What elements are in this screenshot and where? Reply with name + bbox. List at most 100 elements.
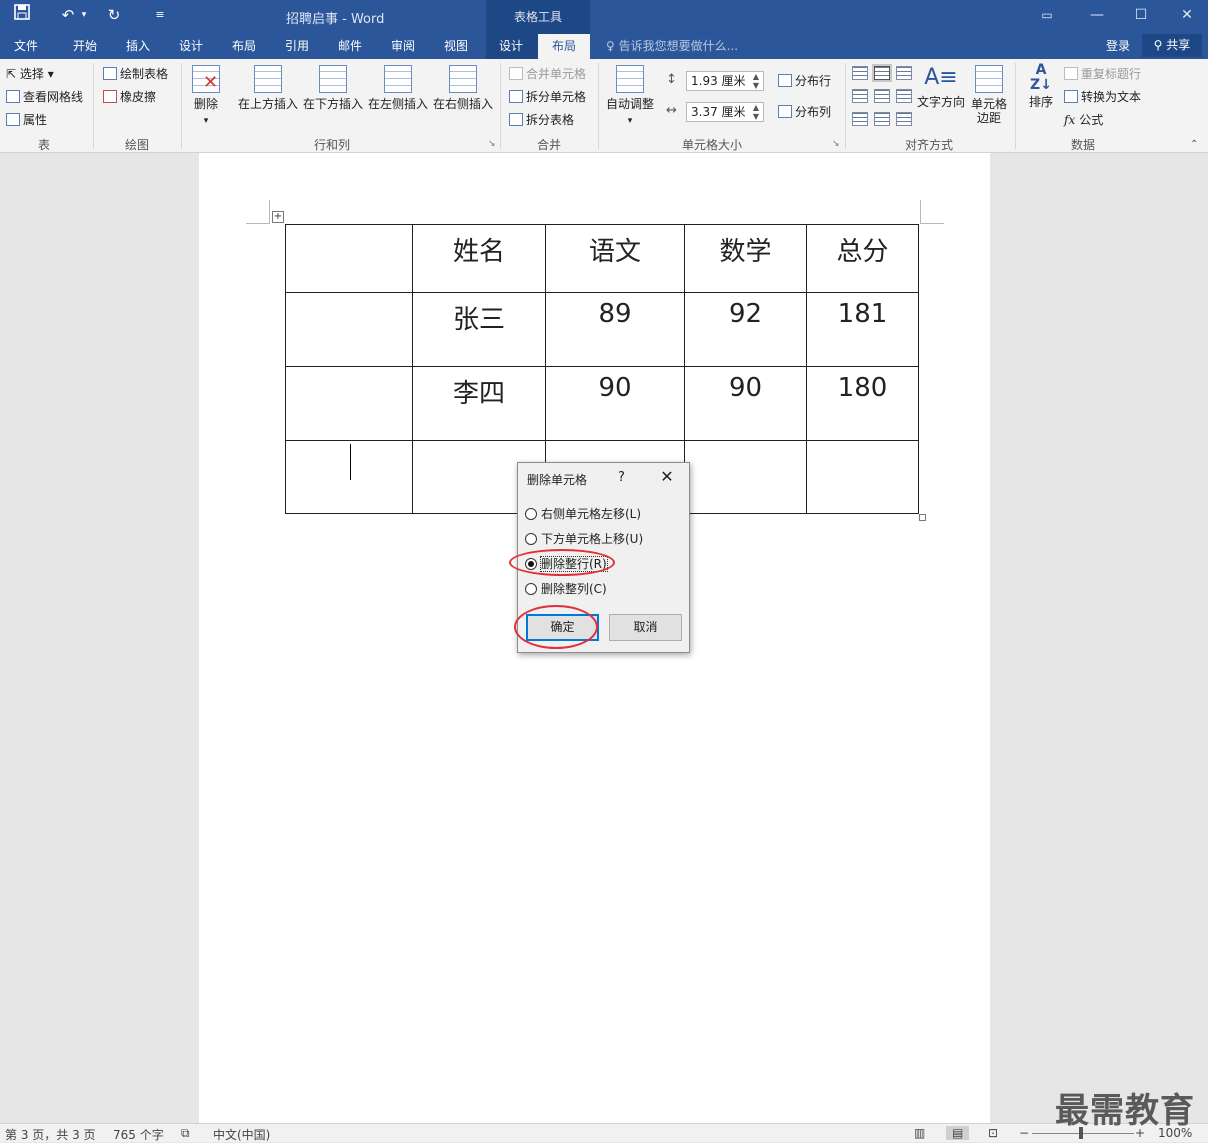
merge-cells-button[interactable]: 合并单元格 — [509, 65, 586, 85]
tab-layout[interactable]: 布局 — [232, 37, 256, 54]
properties-button[interactable]: 属性 — [6, 111, 47, 131]
view-gridlines-button[interactable]: 查看网格线 — [6, 88, 83, 108]
insert-right-button[interactable]: 在右侧插入 — [432, 65, 494, 112]
radio-button[interactable] — [525, 583, 537, 595]
table-cell[interactable]: 89 — [545, 292, 685, 367]
table-cell[interactable]: 92 — [684, 292, 807, 367]
tab-view[interactable]: 视图 — [444, 37, 468, 54]
tab-mailings[interactable]: 邮件 — [338, 37, 362, 54]
delete-button[interactable]: ✕ 删除 ▾ — [189, 65, 223, 126]
zoom-out-icon[interactable]: − — [1019, 1126, 1029, 1140]
save-icon[interactable] — [10, 4, 34, 26]
table-cell[interactable] — [285, 366, 413, 441]
distribute-cols-button[interactable]: 分布列 — [778, 103, 831, 123]
customize-quick-access-icon[interactable]: ≡ — [148, 4, 172, 26]
table-cell[interactable]: 181 — [806, 292, 919, 367]
share-button[interactable]: ⚲ 共享 — [1142, 34, 1202, 57]
distribute-rows-button[interactable]: 分布行 — [778, 72, 831, 92]
cell-margins-button[interactable]: 单元格 边距 — [968, 65, 1010, 125]
cancel-button[interactable]: 取消 — [609, 614, 682, 641]
align-middle-right-icon[interactable] — [896, 89, 912, 103]
proofing-icon[interactable]: ⧉ — [181, 1126, 190, 1141]
tab-table-layout[interactable]: 布局 — [538, 34, 590, 59]
tab-review[interactable]: 审阅 — [391, 37, 415, 54]
web-layout-icon[interactable]: ⊡ — [988, 1126, 998, 1140]
option-shift-left[interactable]: 右侧单元格左移(L) — [525, 505, 641, 522]
tab-references[interactable]: 引用 — [285, 37, 309, 54]
insert-left-button[interactable]: 在左侧插入 — [367, 65, 429, 112]
tab-design[interactable]: 设计 — [179, 37, 203, 54]
table-cell[interactable]: 李四 — [412, 366, 546, 441]
autofit-button[interactable]: 自动调整 ▾ — [604, 65, 656, 126]
minimize-icon[interactable]: — — [1080, 4, 1114, 26]
align-top-right-icon[interactable] — [896, 66, 912, 80]
table-cell[interactable] — [285, 224, 413, 293]
redo-icon[interactable]: ↻ — [102, 4, 126, 26]
radio-button[interactable] — [525, 508, 537, 520]
word-count[interactable]: 765 个字 — [113, 1126, 164, 1143]
tab-insert[interactable]: 插入 — [126, 37, 150, 54]
login-link[interactable]: 登录 — [1106, 37, 1130, 54]
convert-text-button[interactable]: 转换为文本 — [1064, 88, 1141, 108]
align-top-left-icon[interactable] — [852, 66, 868, 80]
tab-home[interactable]: 开始 — [73, 37, 97, 54]
table-cell[interactable] — [285, 292, 413, 367]
dialog-launcher-icon[interactable]: ↘ — [488, 139, 496, 149]
table-cell[interactable]: 90 — [545, 366, 685, 441]
align-bottom-left-icon[interactable] — [852, 112, 868, 126]
ribbon-display-options-icon[interactable]: ▭ — [1030, 4, 1064, 26]
option-delete-column[interactable]: 删除整列(C) — [525, 580, 607, 597]
close-icon[interactable]: ✕ — [1170, 4, 1204, 26]
repeat-header-button[interactable]: 重复标题行 — [1064, 65, 1141, 85]
table-cell[interactable]: 90 — [684, 366, 807, 441]
column-width-input[interactable]: 3.37 厘米 ▲ ▼ — [686, 102, 764, 122]
split-cells-button[interactable]: 拆分单元格 — [509, 88, 586, 108]
split-table-button[interactable]: 拆分表格 — [509, 111, 574, 131]
option-shift-up[interactable]: 下方单元格上移(U) — [525, 530, 643, 547]
language[interactable]: 中文(中国) — [213, 1126, 270, 1143]
table-cell[interactable] — [684, 440, 807, 514]
insert-below-button[interactable]: 在下方插入 — [302, 65, 364, 112]
table-cell[interactable]: 数学 — [684, 224, 807, 293]
text-direction-label: 文字方向 — [916, 95, 965, 109]
properties-label: 属性 — [23, 113, 48, 127]
radio-button[interactable] — [525, 533, 537, 545]
table-cell[interactable]: 姓名 — [412, 224, 546, 293]
table-cell[interactable]: 张三 — [412, 292, 546, 367]
row-height-input[interactable]: 1.93 厘米 ▲ ▼ — [686, 71, 764, 91]
align-middle-center-icon[interactable] — [874, 89, 890, 103]
table-cell[interactable]: 180 — [806, 366, 919, 441]
zoom-slider[interactable] — [1032, 1133, 1134, 1134]
page-count[interactable]: 第 3 页，共 3 页 — [5, 1126, 96, 1143]
tab-table-design[interactable]: 设计 — [499, 37, 523, 54]
print-layout-icon[interactable]: ▤ — [946, 1126, 970, 1140]
table-cell[interactable] — [285, 440, 413, 514]
help-icon[interactable]: ? — [618, 470, 625, 485]
tab-file[interactable]: 文件 — [14, 37, 38, 54]
formula-button[interactable]: fx 公式 — [1064, 111, 1103, 131]
align-top-center-icon[interactable] — [874, 66, 890, 80]
table-cell[interactable]: 语文 — [545, 224, 685, 293]
align-bottom-right-icon[interactable] — [896, 112, 912, 126]
table-cell[interactable] — [806, 440, 919, 514]
sort-button[interactable]: A Z↓ 排序 — [1024, 63, 1058, 110]
select-button[interactable]: ⇱ 选择 ▾ — [6, 65, 54, 85]
collapse-ribbon-icon[interactable]: ⌃ — [1190, 139, 1198, 150]
close-icon[interactable]: ✕ — [658, 467, 676, 486]
draw-table-button[interactable]: 绘制表格 — [103, 65, 168, 85]
tell-me-search[interactable]: ♀ 告诉我您想要做什么... — [606, 37, 738, 54]
align-middle-left-icon[interactable] — [852, 89, 868, 103]
undo-icon[interactable]: ↶ — [56, 4, 80, 26]
insert-above-button[interactable]: 在上方插入 — [237, 65, 299, 112]
text-cursor — [350, 444, 351, 480]
table-resize-handle[interactable] — [919, 514, 926, 521]
dialog-launcher-icon[interactable]: ↘ — [832, 139, 840, 149]
read-mode-icon[interactable]: ▥ — [914, 1126, 925, 1140]
eraser-button[interactable]: 橡皮擦 — [103, 88, 156, 108]
maximize-icon[interactable]: ☐ — [1124, 4, 1158, 26]
undo-dropdown-icon[interactable]: ▾ — [78, 4, 90, 26]
align-bottom-center-icon[interactable] — [874, 112, 890, 126]
table-cell[interactable]: 总分 — [806, 224, 919, 293]
table-move-handle-icon[interactable]: + — [272, 211, 284, 223]
text-direction-button[interactable]: A≡ 文字方向 — [916, 63, 966, 110]
